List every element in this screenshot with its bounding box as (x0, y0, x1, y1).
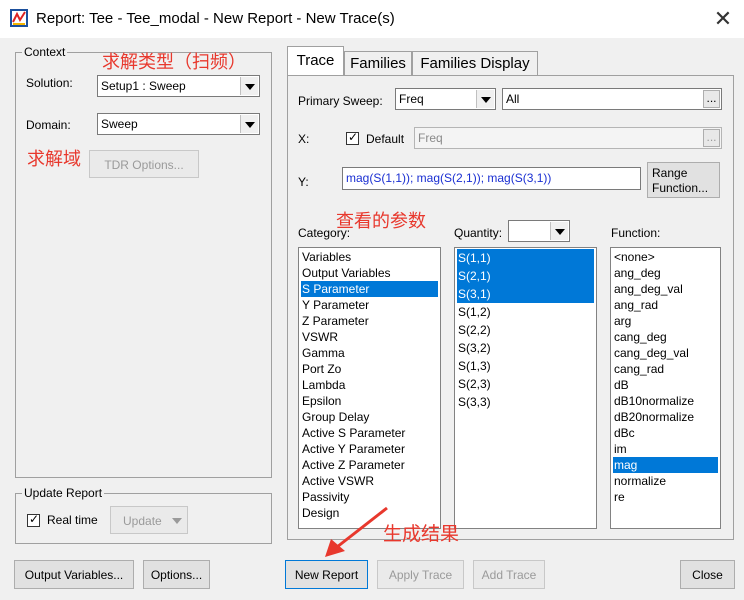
apply-trace-button[interactable]: Apply Trace (377, 560, 464, 589)
quantity-item[interactable]: S(2,3) (457, 375, 594, 393)
function-item[interactable]: cang_deg_val (613, 345, 718, 361)
x-ellipsis-button[interactable]: ... (703, 129, 720, 147)
y-value: mag(S(1,1)); mag(S(2,1)); mag(S(3,1)) (346, 171, 552, 185)
quantity-item[interactable]: S(2,2) (457, 321, 594, 339)
category-item[interactable]: Epsilon (301, 393, 438, 409)
quantity-filter-select[interactable] (508, 220, 570, 242)
add-trace-button[interactable]: Add Trace (473, 560, 545, 589)
category-item[interactable]: VSWR (301, 329, 438, 345)
function-item[interactable]: dB (613, 377, 718, 393)
function-item[interactable]: ang_deg (613, 265, 718, 281)
function-list[interactable]: <none> ang_deg ang_deg_val ang_rad arg cang_d… (610, 247, 721, 529)
category-item[interactable]: Passivity (301, 489, 438, 505)
category-item[interactable]: Output Variables (301, 265, 438, 281)
realtime-label: Real time (47, 513, 98, 527)
category-item[interactable]: Z Parameter (301, 313, 438, 329)
quantity-item[interactable]: S(1,2) (457, 303, 594, 321)
function-item[interactable]: cang_rad (613, 361, 718, 377)
category-item[interactable]: Active VSWR (301, 473, 438, 489)
quantity-item[interactable]: S(3,3) (457, 393, 594, 411)
function-item[interactable]: cang_deg (613, 329, 718, 345)
range-function-line1: Range (652, 166, 688, 180)
context-group-label: Context (22, 45, 68, 59)
quantity-item[interactable]: S(2,1) (457, 267, 594, 285)
domain-select[interactable]: Sweep (97, 113, 260, 135)
function-item[interactable]: dB10normalize (613, 393, 718, 409)
function-item[interactable]: dBc (613, 425, 718, 441)
primary-sweep-label: Primary Sweep: (298, 94, 383, 108)
y-label: Y: (298, 175, 309, 189)
category-item[interactable]: S Parameter (301, 281, 438, 297)
function-item[interactable]: re (613, 489, 718, 505)
annotation-solve-domain: 求解域 (27, 149, 81, 169)
quantity-item[interactable]: S(3,2) (457, 339, 594, 357)
default-label: Default (366, 132, 405, 146)
quantity-list[interactable]: S(1,1) S(2,1) S(3,1) S(1,2) S(2,2) S(3,2) S(1,… (454, 247, 597, 529)
category-item[interactable]: Y Parameter (301, 297, 438, 313)
x-value: Freq (418, 131, 443, 145)
window-title: Report: Tee - Tee_modal - New Report - N… (36, 10, 395, 27)
options-button[interactable]: Options... (143, 560, 210, 589)
function-item[interactable]: arg (613, 313, 718, 329)
range-function-button[interactable]: Range Function... (647, 162, 720, 198)
default-checkbox[interactable] (346, 130, 359, 145)
category-item[interactable]: Active Y Parameter (301, 441, 438, 457)
solution-select[interactable]: Setup1 : Sweep (97, 75, 260, 97)
primary-sweep-select[interactable]: Freq (395, 88, 496, 110)
category-item[interactable]: Active S Parameter (301, 425, 438, 441)
function-item[interactable]: mag (613, 457, 718, 473)
tab-trace[interactable]: Trace (287, 46, 344, 76)
chevron-down-icon[interactable] (550, 222, 568, 240)
solution-label: Solution: (26, 76, 73, 90)
x-label: X: (298, 132, 310, 146)
window-close-icon[interactable]: ✕ (708, 4, 738, 34)
quantity-label: Quantity: (454, 226, 503, 240)
function-item[interactable]: normalize (613, 473, 718, 489)
tab-families-display[interactable]: Families Display (412, 51, 538, 76)
dropdown-arrow-icon (172, 518, 182, 524)
annotation-view-params: 查看的参数 (336, 211, 426, 231)
domain-value: Sweep (101, 117, 138, 131)
x-field[interactable]: Freq (414, 127, 722, 149)
function-item[interactable]: <none> (613, 249, 718, 265)
app-icon (10, 9, 28, 27)
category-item[interactable]: Variables (301, 249, 438, 265)
quantity-item[interactable]: S(1,3) (457, 357, 594, 375)
realtime-checkbox[interactable] (27, 512, 40, 527)
new-report-button[interactable]: New Report (285, 560, 368, 589)
output-variables-button[interactable]: Output Variables... (14, 560, 134, 589)
update-report-label: Update Report (22, 486, 105, 500)
quantity-item[interactable]: S(1,1) (457, 249, 594, 267)
update-button[interactable]: Update (110, 506, 188, 534)
sweep-range-value: All (506, 92, 520, 106)
annotation-solve-type: 求解类型（扫频） (102, 52, 246, 72)
sweep-range-field[interactable]: All (502, 88, 722, 110)
category-item[interactable]: Group Delay (301, 409, 438, 425)
function-label: Function: (611, 226, 661, 240)
category-item[interactable]: Lambda (301, 377, 438, 393)
primary-sweep-value: Freq (399, 92, 424, 106)
chevron-down-icon[interactable] (476, 90, 494, 108)
quantity-item[interactable]: S(3,1) (457, 285, 594, 303)
category-item[interactable]: Active Z Parameter (301, 457, 438, 473)
category-item[interactable]: Gamma (301, 345, 438, 361)
y-expression-input[interactable]: mag(S(1,1)); mag(S(2,1)); mag(S(3,1)) (342, 167, 641, 190)
sweep-range-ellipsis-button[interactable]: ... (703, 90, 720, 108)
tab-families[interactable]: Families (344, 51, 412, 76)
category-list[interactable]: Variables Output Variables S Parameter Y Pa… (298, 247, 441, 529)
chevron-down-icon[interactable] (240, 115, 258, 133)
range-function-line2: Function... (652, 181, 709, 195)
function-item[interactable]: ang_deg_val (613, 281, 718, 297)
solution-value: Setup1 : Sweep (101, 79, 186, 93)
domain-label: Domain: (26, 118, 71, 132)
chevron-down-icon[interactable] (240, 77, 258, 95)
category-item[interactable]: Port Zo (301, 361, 438, 377)
function-item[interactable]: dB20normalize (613, 409, 718, 425)
annotation-arrow-icon (325, 506, 388, 557)
function-item[interactable]: ang_rad (613, 297, 718, 313)
function-item[interactable]: im (613, 441, 718, 457)
close-button[interactable]: Close (680, 560, 735, 589)
update-button-label: Update (123, 514, 162, 528)
tdr-options-button[interactable]: TDR Options... (89, 150, 199, 178)
